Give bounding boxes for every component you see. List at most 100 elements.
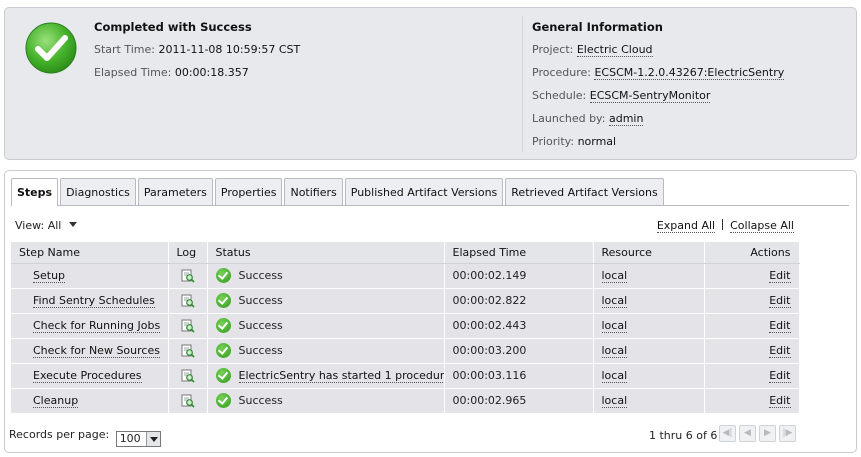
status-text: Success	[238, 319, 283, 332]
steps-table: Step Name Log Status Elapsed Time Resour…	[11, 242, 800, 414]
project-row: Project: Electric Cloud	[532, 43, 653, 57]
procedure-link[interactable]: ECSCM-1.2.0.43267:ElectricSentry	[594, 66, 785, 80]
pagination-controls: ◀| ◀ ▶ |▶	[719, 425, 796, 442]
success-icon	[215, 343, 231, 358]
edit-step-link[interactable]: Edit	[769, 294, 791, 308]
view-log-icon[interactable]	[181, 319, 195, 333]
start-time: Start Time: 2011-11-08 10:59:57 CST	[94, 43, 301, 56]
view-filter[interactable]: View: All	[15, 219, 77, 232]
view-log-icon[interactable]	[181, 269, 195, 283]
step-name-link[interactable]: Check for Running Jobs	[33, 319, 161, 333]
priority-row: Priority: normal	[532, 135, 617, 148]
procedure-row: Procedure: ECSCM-1.2.0.43267:ElectricSen…	[532, 66, 785, 80]
start-time-value: 2011-11-08 10:59:57 CST	[158, 43, 301, 56]
status-text: Success	[238, 344, 283, 357]
table-header-row: Step Name Log Status Elapsed Time Resour…	[11, 242, 800, 264]
view-log-icon[interactable]	[181, 394, 195, 408]
step-name-link[interactable]: Find Sentry Schedules	[33, 294, 155, 308]
table-row: Check for Running Jobs Success 00:00:02.…	[11, 313, 800, 339]
elapsed-time-cell: 00:00:03.200	[444, 338, 594, 364]
column-header-resource[interactable]: Resource	[593, 242, 705, 264]
chevron-down-icon	[145, 432, 160, 446]
elapsed-time-cell: 00:00:02.149	[444, 263, 594, 289]
table-row: Check for New Sources Success 00:00:03.2…	[11, 338, 800, 364]
success-icon	[215, 368, 231, 383]
step-name-link[interactable]: Check for New Sources	[33, 344, 160, 358]
records-per-page-select[interactable]: 100	[115, 431, 161, 447]
general-info-title: General Information	[532, 20, 663, 34]
job-details-panel: Steps Diagnostics Parameters Properties …	[4, 170, 857, 453]
records-per-page: Records per page: 100	[9, 428, 161, 447]
pagination-info: 1 thru 6 of 6	[649, 429, 718, 442]
table-row: Cleanup Success 00:00:02.965 local Edit	[11, 388, 800, 414]
launched-row: Launched by: admin	[532, 112, 644, 126]
elapsed-time-cell: 00:00:02.822	[444, 288, 594, 314]
column-header-status[interactable]: Status	[207, 242, 445, 264]
schedule-row: Schedule: ECSCM-SentryMonitor	[532, 89, 711, 103]
column-header-step-name[interactable]: Step Name	[11, 242, 169, 264]
resource-link[interactable]: local	[601, 319, 628, 333]
elapsed-time: Elapsed Time: 00:00:18.357	[94, 66, 249, 79]
success-icon	[215, 268, 231, 283]
edit-step-link[interactable]: Edit	[769, 344, 791, 358]
view-log-icon[interactable]	[181, 294, 195, 308]
tab-notifiers[interactable]: Notifiers	[284, 178, 343, 205]
tab-baseline	[11, 205, 849, 206]
elapsed-time-cell: 00:00:02.965	[444, 388, 594, 414]
first-page-icon[interactable]: ◀|	[719, 425, 736, 442]
status-message-link[interactable]: ElectricSentry has started 1 procedures	[238, 369, 443, 383]
success-check-icon	[25, 22, 77, 74]
last-page-icon[interactable]: |▶	[779, 425, 796, 442]
resource-link[interactable]: local	[601, 394, 628, 408]
edit-step-link[interactable]: Edit	[769, 394, 791, 408]
edit-step-link[interactable]: Edit	[769, 319, 791, 333]
view-log-icon[interactable]	[181, 369, 195, 383]
resource-link[interactable]: local	[601, 294, 628, 308]
elapsed-time-cell: 00:00:02.443	[444, 313, 594, 339]
tab-parameters[interactable]: Parameters	[137, 178, 213, 205]
status-text: Success	[238, 394, 283, 407]
link-separator	[722, 219, 724, 230]
table-row: Execute Procedures ElectricSentry has st…	[11, 363, 800, 389]
expand-collapse-links: Expand All Collapse All	[656, 219, 794, 233]
view-filter-value: All	[47, 219, 62, 232]
table-row: Setup Success 00:00:02.149 local Edit	[11, 263, 800, 289]
elapsed-time-value: 00:00:18.357	[174, 66, 249, 79]
tab-diagnostics[interactable]: Diagnostics	[60, 178, 136, 205]
column-header-actions[interactable]: Actions	[704, 242, 800, 264]
success-icon	[215, 293, 231, 308]
tab-retrieved-artifact-versions[interactable]: Retrieved Artifact Versions	[505, 178, 664, 205]
previous-page-icon[interactable]: ◀	[739, 425, 756, 442]
edit-step-link[interactable]: Edit	[769, 269, 791, 283]
column-header-log[interactable]: Log	[168, 242, 208, 264]
step-name-link[interactable]: Execute Procedures	[33, 369, 142, 383]
tab-bar: Steps Diagnostics Parameters Properties …	[11, 178, 664, 206]
success-icon	[215, 318, 231, 333]
expand-all-link[interactable]: Expand All	[656, 219, 716, 233]
step-name-link[interactable]: Cleanup	[33, 394, 79, 408]
resource-link[interactable]: local	[601, 369, 628, 383]
launched-by-link[interactable]: admin	[608, 112, 644, 126]
tab-properties[interactable]: Properties	[214, 178, 283, 205]
chevron-down-icon	[68, 222, 77, 227]
status-text: Success	[238, 269, 283, 282]
summary-divider	[522, 16, 523, 152]
tab-published-artifact-versions[interactable]: Published Artifact Versions	[344, 178, 504, 205]
edit-step-link[interactable]: Edit	[769, 369, 791, 383]
success-icon	[215, 393, 231, 408]
tab-steps[interactable]: Steps	[11, 178, 59, 206]
priority-value: normal	[577, 135, 617, 148]
resource-link[interactable]: local	[601, 269, 628, 283]
job-summary-panel: Completed with Success Start Time: 2011-…	[4, 7, 857, 160]
status-text: Success	[238, 294, 283, 307]
elapsed-time-cell: 00:00:03.116	[444, 363, 594, 389]
schedule-link[interactable]: ECSCM-SentryMonitor	[589, 89, 711, 103]
table-row: Find Sentry Schedules Success 00:00:02.8…	[11, 288, 800, 314]
project-link[interactable]: Electric Cloud	[576, 43, 653, 57]
next-page-icon[interactable]: ▶	[759, 425, 776, 442]
view-log-icon[interactable]	[181, 344, 195, 358]
column-header-elapsed-time[interactable]: Elapsed Time	[444, 242, 594, 264]
resource-link[interactable]: local	[601, 344, 628, 358]
step-name-link[interactable]: Setup	[33, 269, 66, 283]
collapse-all-link[interactable]: Collapse All	[730, 219, 794, 233]
